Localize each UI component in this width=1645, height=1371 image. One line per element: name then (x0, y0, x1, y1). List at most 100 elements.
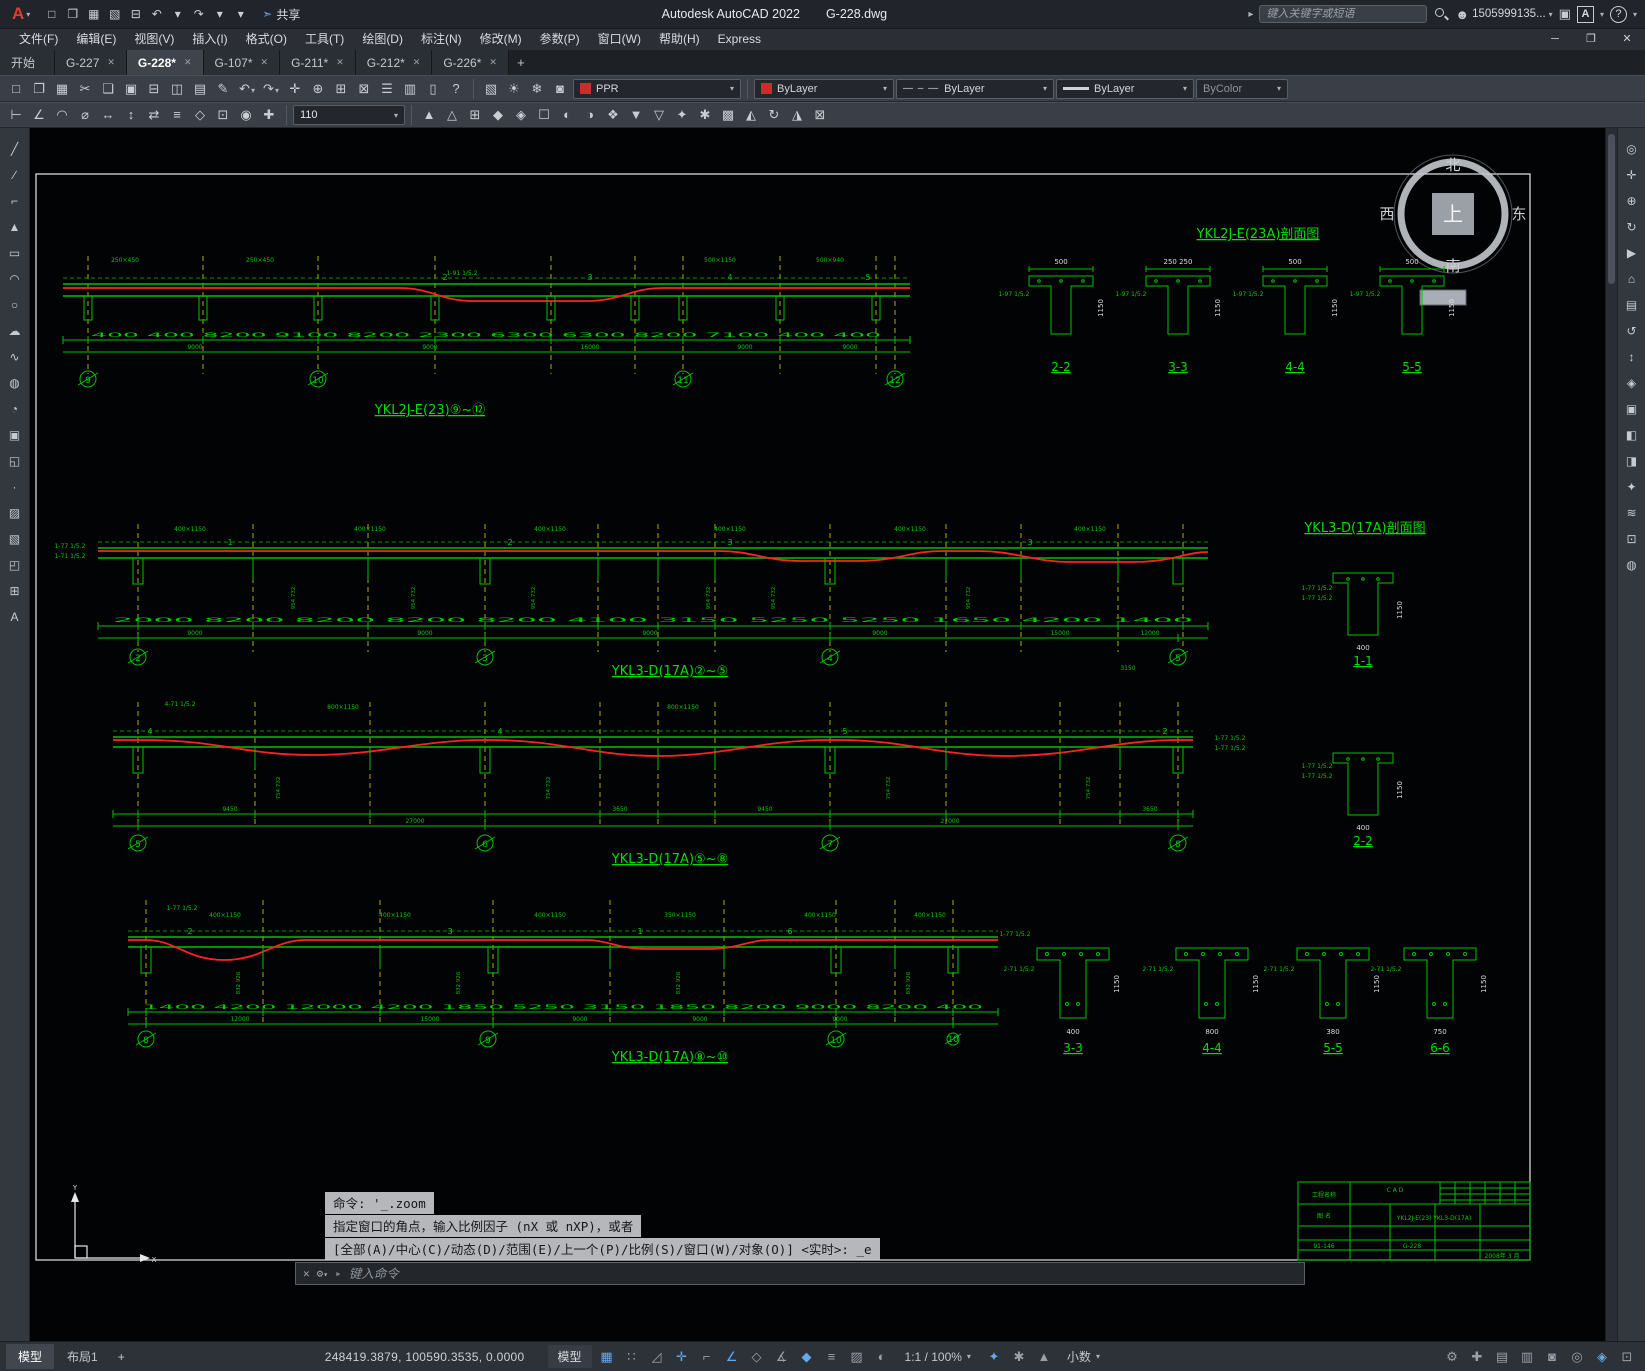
help-icon[interactable]: ? (1609, 5, 1627, 23)
tab-close-icon[interactable]: ✕ (261, 57, 269, 68)
point-tool-icon[interactable]: · (4, 476, 26, 498)
annotation-visibility-icon[interactable]: ✦ (982, 1346, 1006, 1368)
menu-help[interactable]: 帮助(H) (650, 29, 709, 50)
layer-control[interactable]: PPR ▾ (573, 78, 741, 99)
plot-icon[interactable]: ⊟ (126, 4, 145, 24)
layer-freeze-icon[interactable]: ❄ (526, 78, 548, 100)
new-layout-button[interactable]: + (111, 1346, 132, 1368)
publish-icon[interactable]: ▤ (189, 78, 211, 100)
region-tool-icon[interactable]: ◰ (4, 554, 26, 576)
tab-g-212[interactable]: G-212* ✕ (355, 50, 433, 75)
orbit-view-icon[interactable]: ↻ (1621, 216, 1643, 238)
zoom-previous-icon[interactable]: ⊠ (353, 78, 375, 100)
navigation-wheel-icon[interactable]: ◎ (1621, 138, 1643, 160)
zoom-view-icon[interactable]: ⊕ (1621, 190, 1643, 212)
tool-palettes-icon[interactable]: ▯ (422, 78, 444, 100)
properties-icon[interactable]: ☰ (376, 78, 398, 100)
render-icon[interactable]: ▣ (1621, 398, 1643, 420)
app-store-icon[interactable]: ▣ (1559, 6, 1571, 22)
dynamic-input-icon[interactable]: ✛ (670, 1346, 694, 1368)
redo-icon[interactable]: ↷ (189, 4, 208, 24)
tab-g-227[interactable]: G-227 ✕ (55, 50, 127, 75)
lock-ui-icon[interactable]: ◙ (1540, 1346, 1564, 1368)
text-style-icon[interactable]: ▲ (418, 104, 440, 126)
dim-horizontal-icon[interactable]: ↔ (97, 104, 119, 126)
plot-icon[interactable]: ⊟ (143, 78, 165, 100)
spline-tool-icon[interactable]: ∿ (4, 346, 26, 368)
make-block-tool-icon[interactable]: ◱ (4, 450, 26, 472)
view-back-icon[interactable]: ↺ (1621, 320, 1643, 342)
restore-button[interactable]: ❐ (1573, 29, 1609, 50)
tab-close-icon[interactable]: ✕ (184, 57, 192, 68)
table-tool-icon[interactable]: ⊞ (4, 580, 26, 602)
dim-aligned-icon[interactable]: ∠ (28, 104, 50, 126)
layers-panel-icon[interactable]: ▤ (1621, 294, 1643, 316)
command-close-icon[interactable]: ✕ (303, 1267, 310, 1280)
tolerance-icon[interactable]: ⊡ (212, 104, 234, 126)
gradient-tool-icon[interactable]: ▧ (4, 528, 26, 550)
tab-close-icon[interactable]: ✕ (107, 57, 115, 68)
zoom-window-icon[interactable]: ⊞ (330, 78, 352, 100)
workspace-switching-icon[interactable]: ⚙ (1440, 1346, 1464, 1368)
wipeout-icon[interactable]: ◑ (579, 104, 601, 126)
scrollbar-thumb[interactable] (1608, 134, 1615, 284)
dim-linear-icon[interactable]: ⊢ (5, 104, 27, 126)
snap-icon[interactable]: ∷ (620, 1346, 644, 1368)
save-icon[interactable]: ▦ (84, 4, 103, 24)
rectangle-tool-icon[interactable]: ▭ (4, 242, 26, 264)
mleader-icon[interactable]: ◇ (189, 104, 211, 126)
qnew-icon[interactable]: □ (5, 78, 27, 100)
grid-icon[interactable]: ▦ (595, 1346, 619, 1368)
color-control[interactable]: ByLayer ▾ (754, 78, 894, 99)
menu-modify[interactable]: 修改(M) (471, 29, 531, 50)
isodraft-icon[interactable]: ◇ (745, 1346, 769, 1368)
annotation-scale-sync-icon[interactable]: ▲ (1032, 1346, 1056, 1368)
drawing-canvas[interactable]: 上 北 西 东 南 250×450 250×450 500×1150 500×9… (30, 128, 1605, 1341)
construction-line-tool-icon[interactable]: ∕ (4, 164, 26, 186)
cut-icon[interactable]: ✂ (74, 78, 96, 100)
vertical-scrollbar[interactable] (1605, 128, 1617, 1341)
open-file-icon[interactable]: ❐ (63, 4, 82, 24)
lineweight-display-icon[interactable]: ≡ (820, 1346, 844, 1368)
clean-screen-icon[interactable]: ⊡ (1615, 1346, 1639, 1368)
dim-style-icon[interactable]: △ (441, 104, 463, 126)
mtext-tool-icon[interactable]: A (4, 606, 26, 628)
otrack-icon[interactable]: ∡ (770, 1346, 794, 1368)
trim-icon[interactable]: ⊠ (809, 104, 831, 126)
match-properties-icon[interactable]: ✎ (212, 78, 234, 100)
qat-customize-caret-icon[interactable]: ▾ (231, 4, 250, 24)
lineweight-control[interactable]: ByLayer ▾ (1056, 78, 1194, 99)
ellipse-tool-icon[interactable]: ◍ (4, 372, 26, 394)
materials-icon[interactable]: ◈ (1621, 372, 1643, 394)
menu-express[interactable]: Express (709, 29, 770, 50)
model-tab[interactable]: 模型 (6, 1344, 55, 1369)
rotate-icon[interactable]: ↻ (763, 104, 785, 126)
designcenter-icon[interactable]: ▥ (399, 78, 421, 100)
scale-icon[interactable]: ◮ (786, 104, 808, 126)
motion-path-icon[interactable]: ≋ (1621, 502, 1643, 524)
center-mark-icon[interactable]: ◉ (235, 104, 257, 126)
selection-cycling-icon[interactable]: ◐ (870, 1346, 894, 1368)
menu-view[interactable]: 视图(V) (125, 29, 183, 50)
menu-parametric[interactable]: 参数(P) (531, 29, 589, 50)
model-space-canvas[interactable]: 上 北 西 东 南 250×450 250×450 500×1150 500×9… (30, 128, 1605, 1341)
app-menu-button[interactable]: A ▾ (8, 1, 34, 27)
viewcube-home-icon[interactable]: ⌂ (1621, 268, 1643, 290)
coordinates-display[interactable]: 248419.3879, 100590.3535, 0.0000 (325, 1350, 525, 1364)
revision-cloud-tool-icon[interactable]: ☁ (4, 320, 26, 342)
point-style-icon[interactable]: ◈ (510, 104, 532, 126)
clip-icon[interactable]: ◨ (1621, 450, 1643, 472)
osnap-icon[interactable]: ◆ (795, 1346, 819, 1368)
annotation-monitor-icon[interactable]: ✚ (1465, 1346, 1489, 1368)
undo-button[interactable]: ↶▾ (236, 78, 258, 100)
pan-view-icon[interactable]: ✛ (1621, 164, 1643, 186)
quick-properties-icon[interactable]: ▥ (1515, 1346, 1539, 1368)
tab-g-226[interactable]: G-226* ✕ (432, 50, 509, 75)
save-as-icon[interactable]: ▧ (105, 4, 124, 24)
text-size-input[interactable] (300, 109, 372, 121)
dim-edit-icon[interactable]: ✚ (258, 104, 280, 126)
redo-caret-icon[interactable]: ▾ (275, 86, 279, 95)
menu-edit[interactable]: 编辑(E) (67, 29, 125, 50)
menu-dimension[interactable]: 标注(N) (412, 29, 471, 50)
hatch-tool-icon[interactable]: ▨ (4, 502, 26, 524)
